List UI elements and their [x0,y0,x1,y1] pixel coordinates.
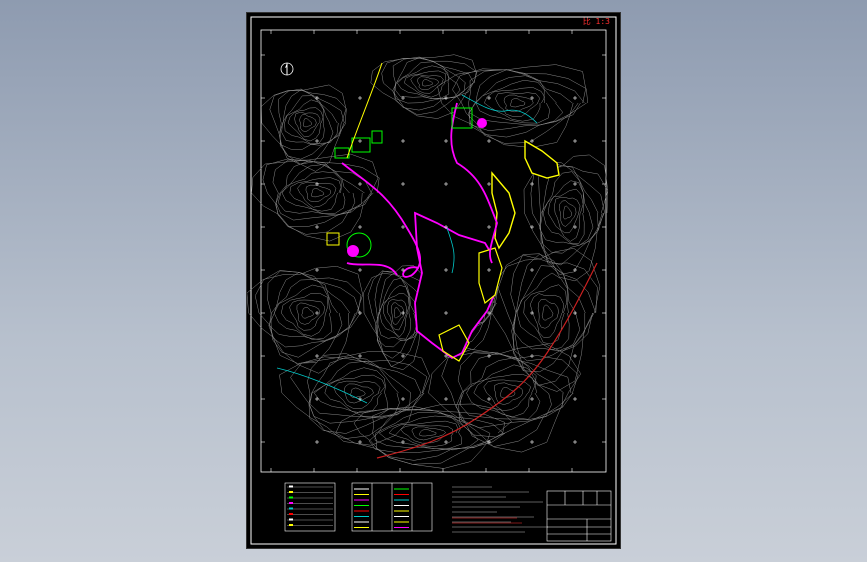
map-svg [247,16,617,545]
legend-left [284,482,336,532]
legend-center [351,482,433,532]
legend-left-rows [287,485,333,526]
legend-center-rows [354,488,409,528]
notes-block [452,486,548,533]
title-block [546,490,612,542]
boundary-line [346,62,383,159]
drawing-sheet: 比 1:3 [247,13,620,548]
north-arrow-icon [280,62,294,76]
facility-clusters [326,107,487,258]
pit-areas [414,139,560,362]
